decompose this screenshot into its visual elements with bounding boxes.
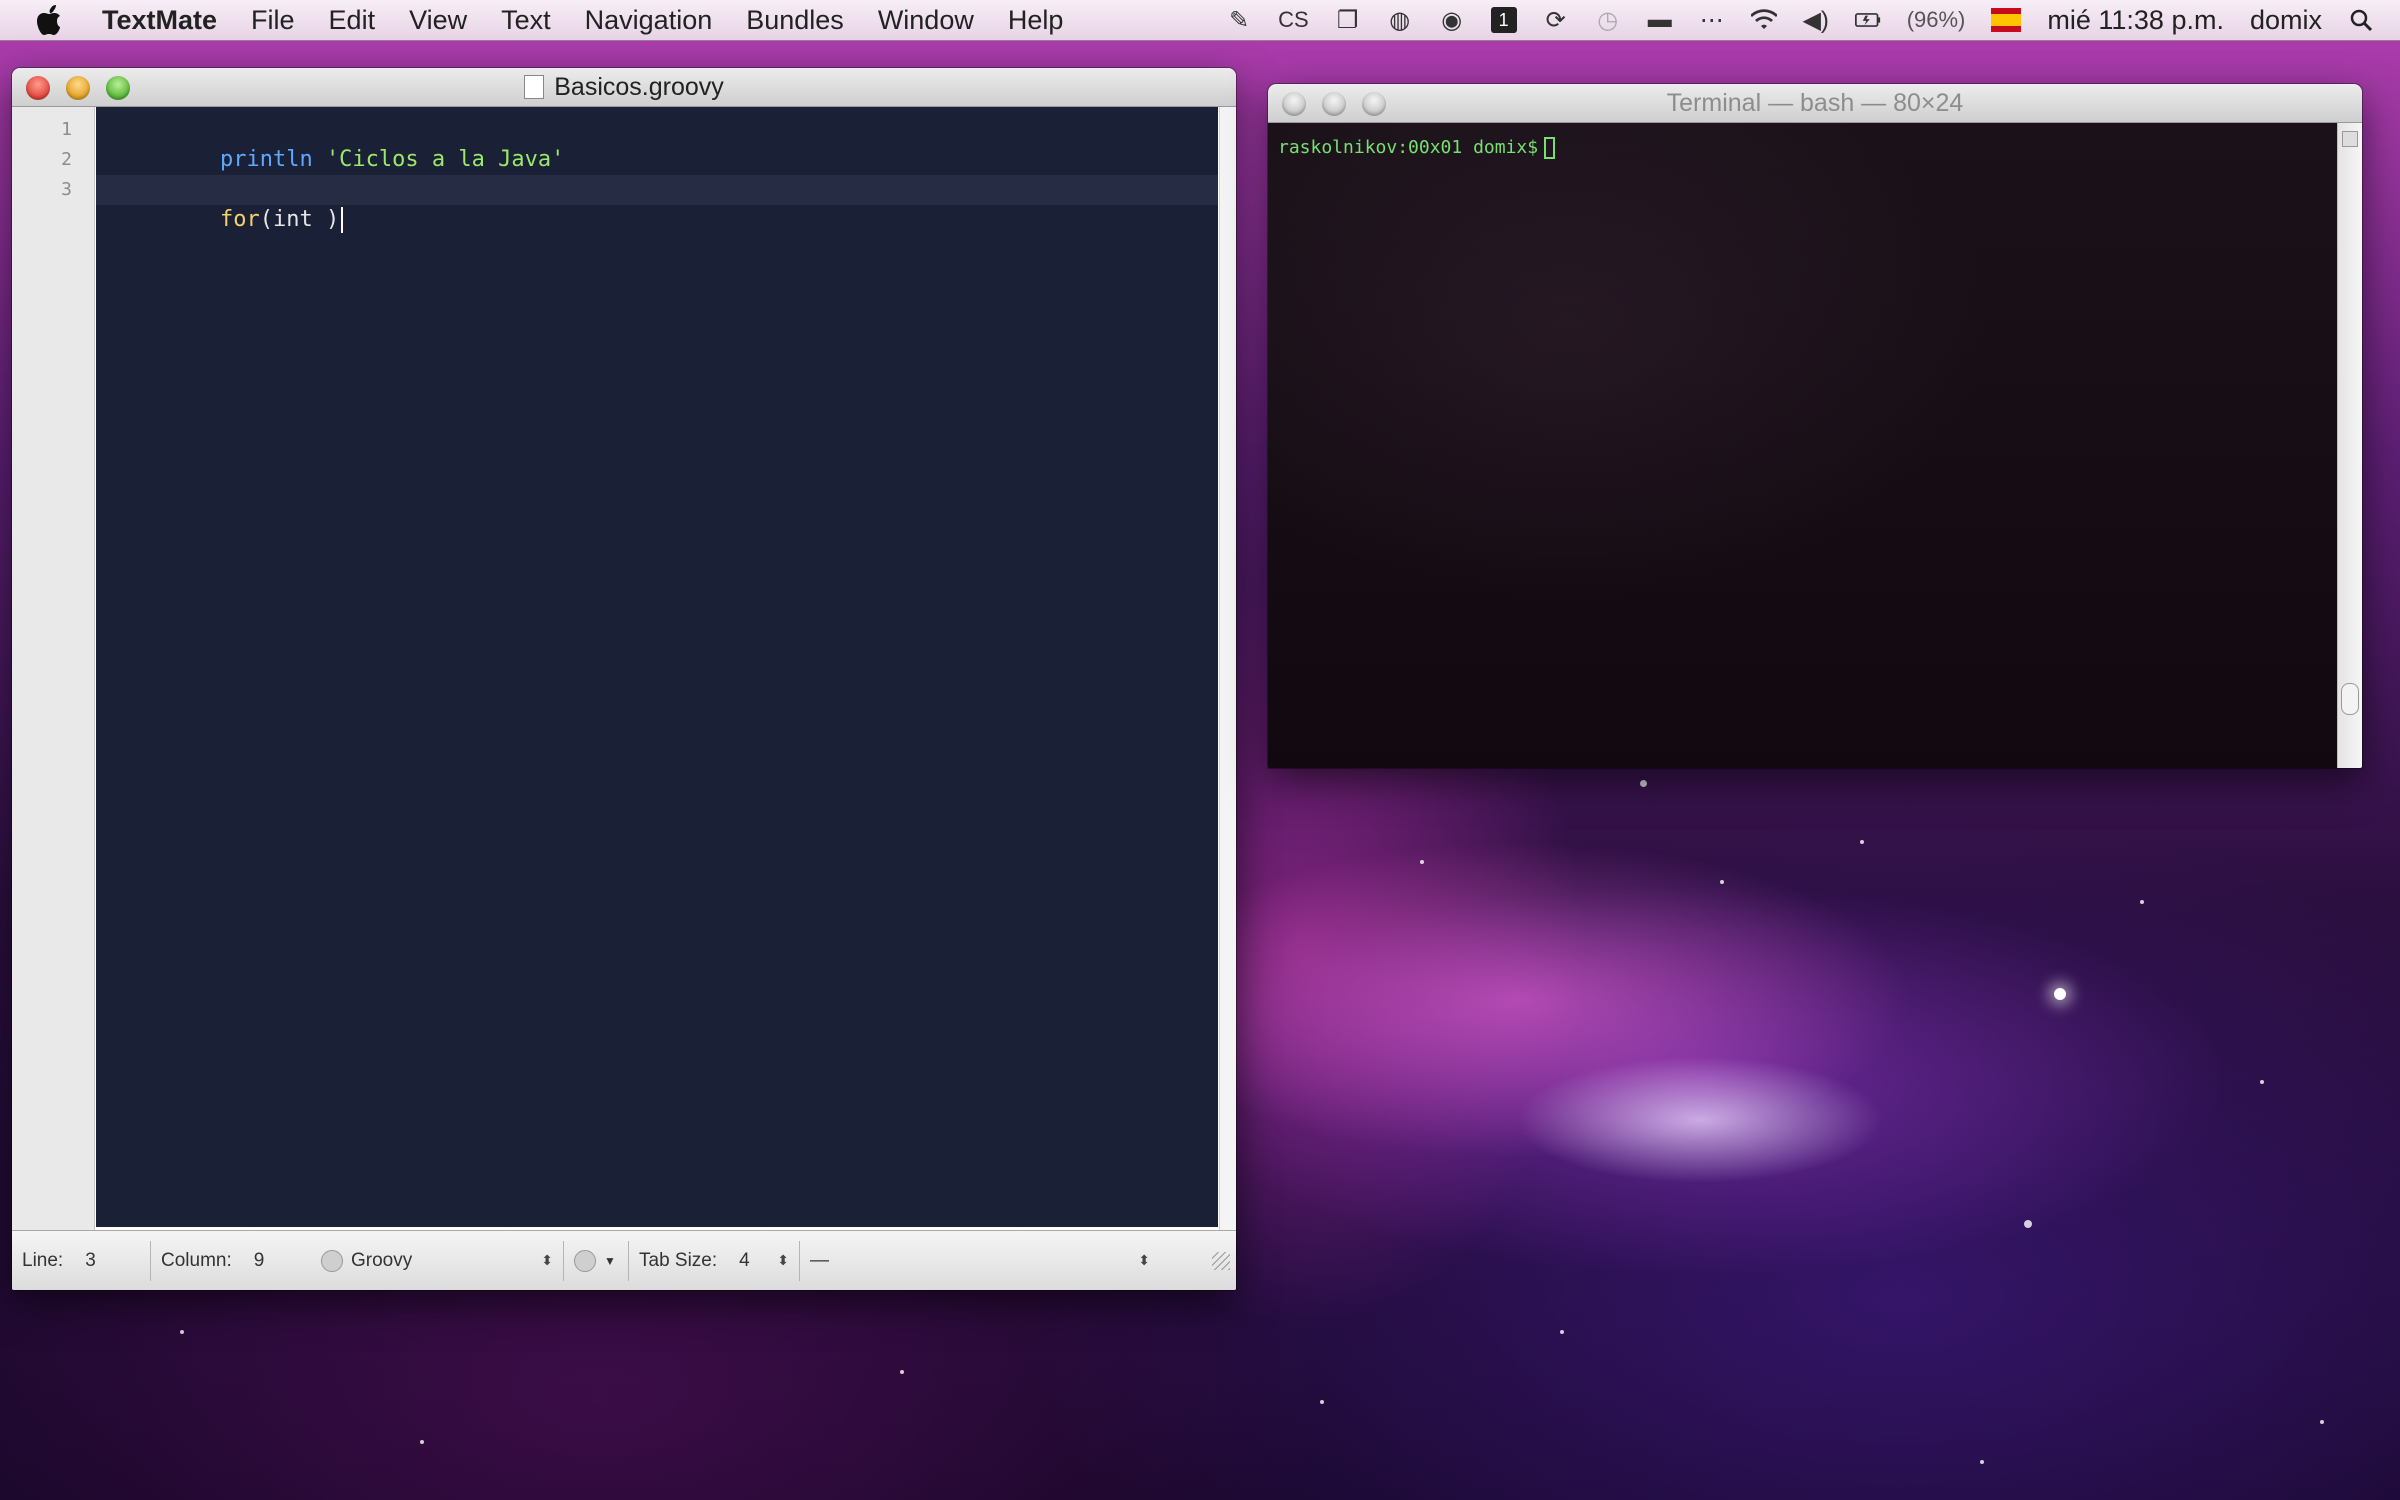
terminal-scrollbar[interactable] xyxy=(2337,123,2362,768)
editor-scrollbar[interactable] xyxy=(1219,107,1236,1230)
window-title: Terminal — bash — 80×24 xyxy=(1666,88,1964,117)
line-label: Line: xyxy=(22,1249,64,1271)
star xyxy=(1560,1330,1564,1334)
menu-file[interactable]: File xyxy=(251,5,295,36)
battery-icon[interactable] xyxy=(1854,7,1881,33)
volume-icon[interactable]: ◀) xyxy=(1802,7,1828,34)
menu-bundles[interactable]: Bundles xyxy=(746,5,844,36)
textmate-titlebar[interactable]: Basicos.groovy xyxy=(12,68,1236,107)
time-machine-icon[interactable]: ◷ xyxy=(1595,7,1621,34)
code-plain-token: (int ) xyxy=(259,207,340,232)
menubar-clock[interactable]: mié 11:38 p.m. xyxy=(2047,5,2224,36)
star xyxy=(1640,780,1647,787)
window-stack-icon[interactable]: ❐ xyxy=(1335,7,1361,34)
bundle-actions-menu[interactable]: ▼ xyxy=(564,1240,629,1281)
spotlight-search-icon[interactable] xyxy=(2348,7,2374,33)
tab-size-value: 4 xyxy=(739,1249,750,1271)
resize-grip-icon[interactable] xyxy=(1212,1251,1230,1270)
close-button[interactable] xyxy=(26,76,50,100)
column-indicator: Column: 9 xyxy=(151,1241,311,1281)
star xyxy=(2320,1420,2324,1424)
star xyxy=(2024,1220,2032,1228)
line-indicator: Line: 3 xyxy=(12,1240,151,1281)
language-value: Groovy xyxy=(351,1249,413,1271)
line-number: 2 xyxy=(61,149,72,170)
menu-bar: TextMate File Edit View Text Navigation … xyxy=(0,0,2400,41)
scroll-knob[interactable] xyxy=(2342,131,2358,147)
tab-size-label: Tab Size: xyxy=(639,1249,718,1271)
terminal-cursor xyxy=(1544,137,1556,159)
minimize-button[interactable] xyxy=(1322,92,1346,116)
terminal-window[interactable]: Terminal — bash — 80×24 raskolnikov:00x0… xyxy=(1268,84,2362,768)
column-label: Column: xyxy=(161,1249,232,1271)
star xyxy=(180,1330,184,1334)
globe-icon[interactable]: ◍ xyxy=(1387,7,1413,34)
minimize-button[interactable] xyxy=(66,76,90,100)
popup-arrows-icon: ⬍ xyxy=(777,1252,789,1268)
menu-window[interactable]: Window xyxy=(878,5,974,36)
popup-arrows-icon: ⬍ xyxy=(541,1252,553,1268)
shell-prompt: raskolnikov:00x01 domix$ xyxy=(1278,137,1556,159)
star xyxy=(2140,900,2144,904)
shell-prompt-text: raskolnikov:00x01 domix$ xyxy=(1278,137,1539,158)
star xyxy=(900,1370,904,1374)
language-selector[interactable]: Groovy ⬍ xyxy=(311,1240,564,1281)
close-button[interactable] xyxy=(1282,92,1306,116)
star xyxy=(1720,880,1724,884)
zoom-button[interactable] xyxy=(1362,92,1386,116)
star xyxy=(2260,1080,2264,1084)
symbol-value: — xyxy=(810,1249,829,1271)
star xyxy=(1860,840,1864,844)
line-value: 3 xyxy=(85,1249,96,1271)
line-number: 3 xyxy=(61,179,72,200)
line-number-gutter: 1 2 3 xyxy=(12,107,95,1230)
menu-view[interactable]: View xyxy=(409,5,467,36)
apple-menu-icon[interactable] xyxy=(34,3,68,37)
zoom-button[interactable] xyxy=(106,76,130,100)
sync-icon[interactable]: ⟳ xyxy=(1543,7,1569,34)
menu-help[interactable]: Help xyxy=(1008,5,1064,36)
code-keyword-token: for xyxy=(219,207,260,232)
one-password-icon[interactable]: 1 xyxy=(1490,7,1517,33)
star xyxy=(2054,988,2066,1000)
more-dots-icon[interactable]: ⋯ xyxy=(1699,7,1725,34)
text-caret xyxy=(341,207,344,233)
terminal-titlebar[interactable]: Terminal — bash — 80×24 xyxy=(1268,84,2362,123)
column-value: 9 xyxy=(253,1249,265,1271)
split-pane-handle[interactable] xyxy=(2341,683,2359,715)
input-source-flag-icon[interactable] xyxy=(1991,8,2022,32)
battery-percent: (96%) xyxy=(1906,7,1966,32)
code-line[interactable] xyxy=(96,145,1218,175)
terminal-output[interactable]: raskolnikov:00x01 domix$ xyxy=(1268,123,2338,768)
display-icon[interactable]: ▬ xyxy=(1647,6,1673,33)
menu-navigation[interactable]: Navigation xyxy=(585,5,713,36)
gear-icon xyxy=(574,1249,596,1272)
code-line-current[interactable]: for(int ) xyxy=(96,175,1218,233)
code-editor[interactable]: println 'Ciclos a la Java' for(int ) xyxy=(96,107,1218,1227)
star xyxy=(1980,1460,1984,1464)
menu-text[interactable]: Text xyxy=(501,5,551,36)
textmate-window[interactable]: Basicos.groovy 1 2 3 println 'Ciclos a l… xyxy=(12,68,1236,1290)
textmate-body: 1 2 3 println 'Ciclos a la Java' for(int… xyxy=(12,107,1236,1230)
document-icon xyxy=(524,75,545,99)
app-menu-textmate[interactable]: TextMate xyxy=(102,5,217,36)
cs-status-icon[interactable]: CS xyxy=(1278,7,1309,33)
status-bar: Line: 3 Column: 9 Groovy ⬍ ▼ Tab Size: 4… xyxy=(12,1230,1236,1290)
paperclip-icon[interactable]: ✎ xyxy=(1226,7,1252,34)
star xyxy=(1320,1400,1324,1404)
star xyxy=(420,1440,424,1444)
symbol-selector[interactable]: — ⬍ xyxy=(800,1241,1160,1281)
compass-icon[interactable]: ◉ xyxy=(1439,7,1465,34)
window-title: Basicos.groovy xyxy=(554,72,724,101)
line-number: 1 xyxy=(61,119,72,140)
menubar-user[interactable]: domix xyxy=(2250,5,2322,36)
language-gear-icon xyxy=(321,1249,343,1272)
wifi-icon[interactable] xyxy=(1750,7,1777,33)
tab-size-selector[interactable]: Tab Size: 4 ⬍ xyxy=(629,1240,800,1281)
code-line[interactable]: println 'Ciclos a la Java' xyxy=(96,115,1218,172)
menu-edit[interactable]: Edit xyxy=(329,5,376,36)
star xyxy=(1420,860,1424,864)
chevron-down-icon: ▼ xyxy=(604,1253,616,1268)
popup-arrows-icon: ⬍ xyxy=(1138,1252,1150,1268)
